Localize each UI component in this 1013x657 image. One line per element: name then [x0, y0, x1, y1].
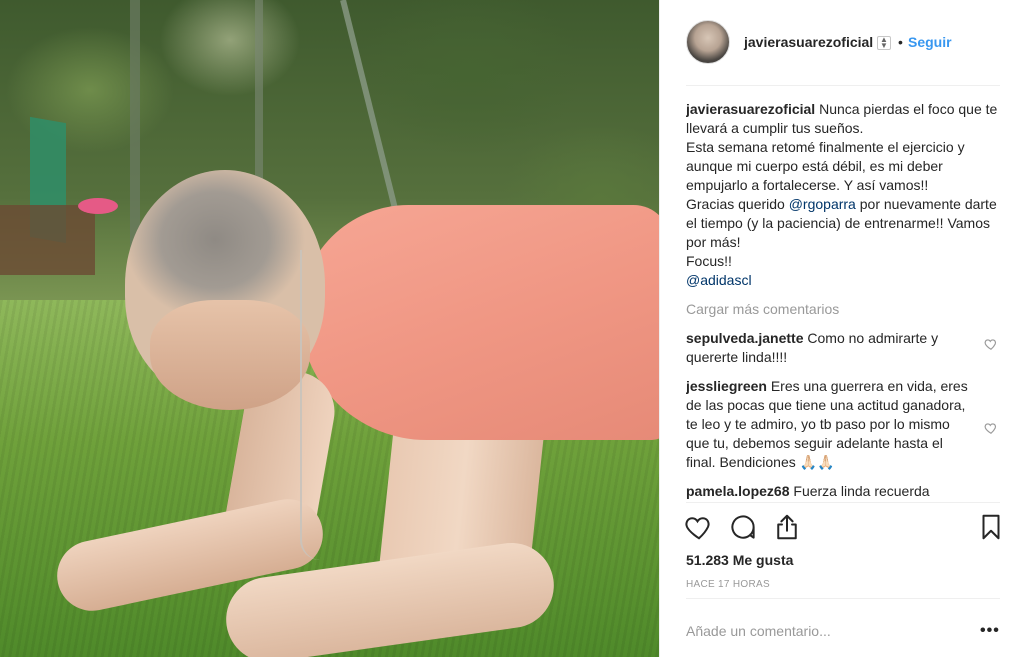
mention-link[interactable]: @rgoparra: [789, 196, 856, 212]
mention-link[interactable]: @adidascl: [686, 272, 752, 288]
comments-list[interactable]: javierasuarezoficial Nunca pierdas el fo…: [686, 100, 1000, 502]
post-side-panel: javierasuarezoficial ▲ ▼ • Seguir javiera…: [659, 0, 1013, 657]
add-comment-input[interactable]: [686, 620, 966, 642]
person-shirt: [300, 205, 659, 440]
likes-count[interactable]: 51.283 Me gusta: [686, 552, 793, 568]
comment-bubble-icon[interactable]: [728, 512, 758, 542]
sort-arrows-icon: ▲ ▼: [877, 36, 891, 50]
caption-text: Esta semana retomé finalmente el ejercic…: [686, 139, 965, 193]
person-necklace: [300, 250, 340, 560]
caption-text: Focus!!: [686, 253, 732, 269]
caption-text: Gracias querido: [686, 196, 789, 212]
comment-username[interactable]: pamela.lopez68: [686, 483, 790, 499]
comment-username[interactable]: jessliegreen: [686, 378, 767, 394]
load-more-comments[interactable]: Cargar más comentarios: [686, 300, 1000, 319]
comment-username[interactable]: sepulveda.janette: [686, 330, 804, 346]
divider: [686, 598, 1000, 599]
heart-icon[interactable]: [684, 512, 714, 542]
comment-item: pamela.lopez68 Fuerza linda recuerda: [686, 482, 1000, 501]
post-header: javierasuarezoficial ▲ ▼ • Seguir: [660, 0, 1013, 85]
person-face: [150, 300, 310, 410]
background-bench: [0, 205, 95, 275]
separator-dot: •: [898, 34, 903, 50]
comment-item: sepulveda.janette Como no admirarte y qu…: [686, 329, 1000, 367]
avatar[interactable]: [686, 20, 730, 64]
heart-icon[interactable]: [984, 337, 998, 351]
share-icon[interactable]: [772, 512, 802, 542]
more-options-button[interactable]: •••: [980, 622, 1000, 640]
divider: [686, 85, 1000, 86]
comment-text: Fuerza linda recuerda: [793, 483, 930, 499]
divider: [686, 502, 1000, 503]
bookmark-icon[interactable]: [976, 512, 1006, 542]
background-umbrella: [78, 198, 118, 214]
caption: javierasuarezoficial Nunca pierdas el fo…: [686, 100, 1000, 290]
follow-button[interactable]: Seguir: [908, 34, 952, 50]
heart-icon[interactable]: [984, 421, 998, 435]
post-timestamp[interactable]: HACE 17 HORAS: [686, 579, 770, 590]
header-username[interactable]: javierasuarezoficial: [744, 34, 873, 50]
post-photo[interactable]: [0, 0, 659, 657]
caption-username[interactable]: javierasuarezoficial: [686, 101, 815, 117]
comment-item: jessliegreen Eres una guerrera en vida, …: [686, 377, 1000, 472]
